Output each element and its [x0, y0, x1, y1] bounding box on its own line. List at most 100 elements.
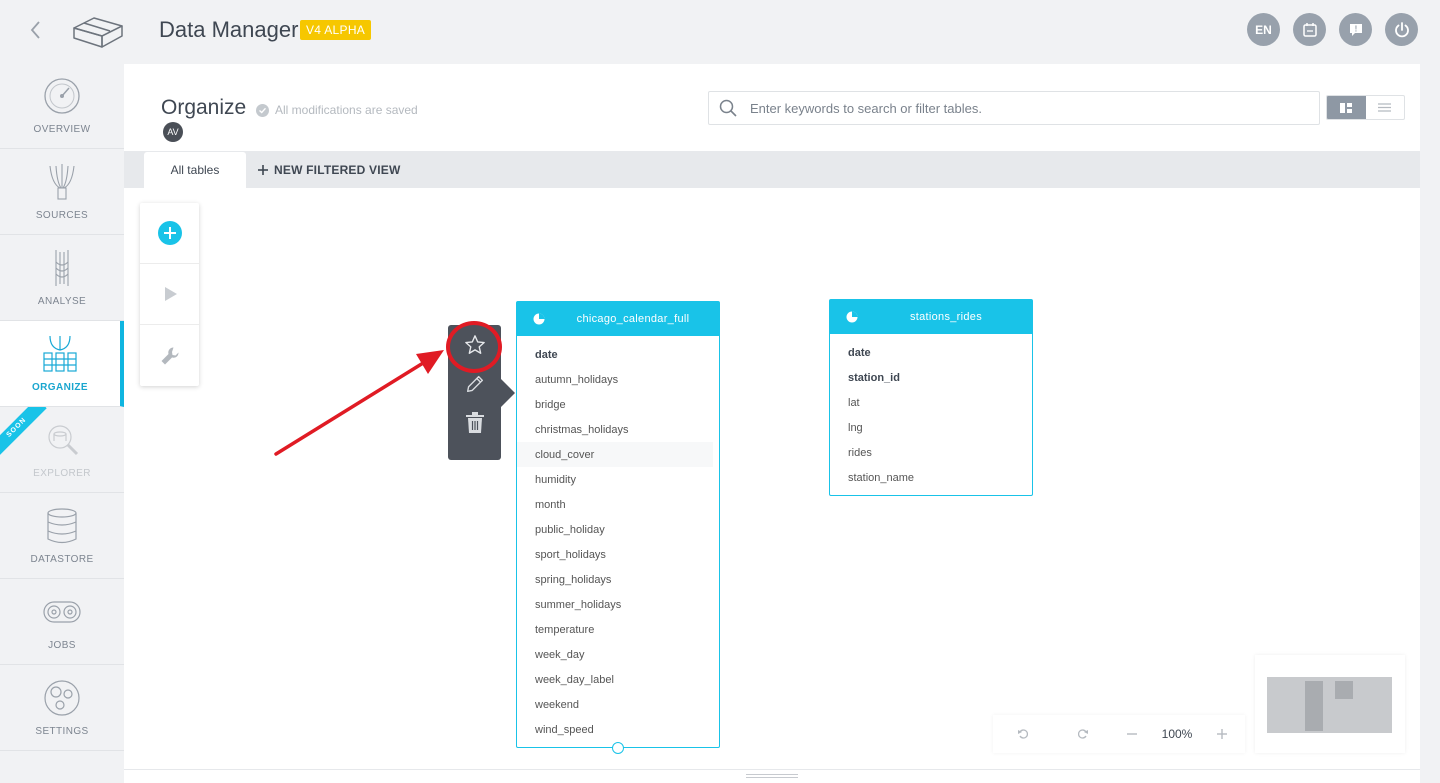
- connector-handle[interactable]: [612, 742, 624, 754]
- table-name: stations_rides: [909, 311, 983, 323]
- column-row[interactable]: temperature: [517, 617, 719, 642]
- column-row[interactable]: date: [830, 340, 1032, 365]
- logo-icon: [73, 17, 123, 48]
- sidebar: OVERVIEW SOURCES ANALYSE ORGANIZE SOON E…: [0, 63, 124, 783]
- resize-handle[interactable]: [746, 774, 798, 778]
- explorer-icon: [48, 425, 79, 456]
- column-row[interactable]: humidity: [517, 467, 719, 492]
- notebook-button[interactable]: [1293, 13, 1326, 46]
- zoom-out-button[interactable]: [1113, 729, 1151, 739]
- sidebar-item-organize[interactable]: ORGANIZE: [0, 321, 124, 407]
- column-row[interactable]: bridge: [517, 392, 719, 417]
- redo-button[interactable]: [1053, 729, 1113, 739]
- zoom-in-button[interactable]: [1203, 729, 1241, 739]
- canvas-toolbox: [140, 203, 199, 386]
- column-row[interactable]: christmas_holidays: [517, 417, 719, 442]
- sidebar-item-overview[interactable]: OVERVIEW: [0, 63, 124, 149]
- sidebar-item-explorer: SOON EXPLORER: [0, 407, 124, 493]
- jobs-icon: [43, 601, 81, 623]
- soon-ribbon: SOON: [0, 407, 47, 458]
- minimap-table: [1335, 681, 1353, 699]
- column-row[interactable]: wind_speed: [517, 717, 719, 742]
- table-name: chicago_calendar_full: [576, 313, 690, 325]
- trash-icon: [465, 411, 484, 433]
- avatar[interactable]: AV: [163, 122, 183, 142]
- search-input[interactable]: [750, 100, 1290, 116]
- column-row[interactable]: station_name: [830, 465, 1032, 490]
- column-row[interactable]: weekend: [517, 692, 719, 717]
- main-panel: Organize All modifications are saved AV …: [124, 64, 1420, 783]
- column-row[interactable]: summer_holidays: [517, 592, 719, 617]
- sidebar-item-label: ORGANIZE: [32, 382, 88, 393]
- plus-icon: [258, 165, 268, 175]
- table-card-header[interactable]: chicago_calendar_full: [517, 302, 719, 336]
- power-button[interactable]: [1385, 13, 1418, 46]
- search-box: [708, 91, 1320, 125]
- sidebar-item-datastore[interactable]: DATASTORE: [0, 493, 124, 579]
- zoom-level: 100%: [1161, 727, 1193, 741]
- sidebar-item-label: SOURCES: [35, 210, 89, 221]
- column-row[interactable]: sport_holidays: [517, 542, 719, 567]
- grid-icon: [1340, 102, 1353, 113]
- column-row[interactable]: cloud_cover: [517, 442, 713, 467]
- app-logo[interactable]: [70, 14, 126, 48]
- top-actions: EN !: [1247, 13, 1418, 46]
- undo-button[interactable]: [993, 729, 1053, 739]
- power-icon: [1394, 21, 1409, 37]
- sidebar-item-analyse[interactable]: ANALYSE: [0, 235, 124, 321]
- new-filtered-view-label: NEW FILTERED VIEW: [274, 163, 401, 177]
- column-list: date station_id lat lng rides station_na…: [830, 334, 1032, 490]
- back-button[interactable]: [24, 16, 48, 44]
- run-button[interactable]: [140, 264, 199, 325]
- table-card-chicago-calendar-full[interactable]: chicago_calendar_full date autumn_holida…: [516, 301, 720, 754]
- column-row[interactable]: week_day_label: [517, 667, 719, 692]
- table-card-stations-rides[interactable]: stations_rides date station_id lat lng r…: [829, 299, 1033, 496]
- new-filtered-view-button[interactable]: NEW FILTERED VIEW: [258, 163, 401, 177]
- sources-icon: [49, 164, 75, 200]
- sidebar-item-label: EXPLORER: [33, 468, 91, 479]
- column-row[interactable]: autumn_holidays: [517, 367, 719, 392]
- list-icon: [1378, 103, 1392, 112]
- notebook-icon: [1302, 22, 1317, 37]
- column-row[interactable]: month: [517, 492, 719, 517]
- page-title: Organize: [161, 96, 247, 119]
- favorite-button[interactable]: [448, 325, 501, 364]
- settings-icon: [44, 680, 80, 716]
- plus-circle-icon: [157, 221, 182, 245]
- sidebar-item-jobs[interactable]: JOBS: [0, 579, 124, 665]
- tools-button[interactable]: [140, 325, 199, 386]
- save-status-text: All modifications are saved: [275, 103, 418, 117]
- column-row[interactable]: lat: [830, 390, 1032, 415]
- column-row[interactable]: week_day: [517, 642, 719, 667]
- undo-icon: [1018, 729, 1028, 739]
- tab-all-tables[interactable]: All tables: [144, 152, 246, 188]
- table-context-menu: [448, 325, 515, 460]
- sidebar-item-settings[interactable]: SETTINGS: [0, 665, 124, 751]
- organize-canvas[interactable]: chicago_calendar_full date autumn_holida…: [124, 188, 1420, 769]
- add-table-button[interactable]: [140, 203, 199, 264]
- delete-button[interactable]: [448, 403, 501, 442]
- edit-button[interactable]: [448, 364, 501, 403]
- analyse-icon: [55, 250, 69, 286]
- play-icon: [164, 287, 177, 301]
- sidebar-item-sources[interactable]: SOURCES: [0, 149, 124, 235]
- list-view-button[interactable]: [1366, 96, 1405, 119]
- language-button[interactable]: EN: [1247, 13, 1280, 46]
- column-row[interactable]: rides: [830, 440, 1032, 465]
- column-row[interactable]: date: [517, 342, 719, 367]
- table-card-header[interactable]: stations_rides: [830, 300, 1032, 334]
- check-circle-icon: [256, 103, 269, 117]
- sidebar-item-label: OVERVIEW: [33, 124, 91, 135]
- column-row[interactable]: public_holiday: [517, 517, 719, 542]
- tab-bar: All tables NEW FILTERED VIEW: [124, 151, 1420, 188]
- sidebar-item-label: ANALYSE: [37, 296, 87, 307]
- column-row[interactable]: spring_holidays: [517, 567, 719, 592]
- organize-icon: [43, 335, 77, 372]
- minimap[interactable]: [1255, 655, 1405, 753]
- column-row[interactable]: lng: [830, 415, 1032, 440]
- pie-chart-icon: [846, 311, 858, 323]
- divider: [124, 769, 1420, 770]
- grid-view-button[interactable]: [1327, 96, 1366, 119]
- column-row[interactable]: station_id: [830, 365, 1032, 390]
- help-button[interactable]: !: [1339, 13, 1372, 46]
